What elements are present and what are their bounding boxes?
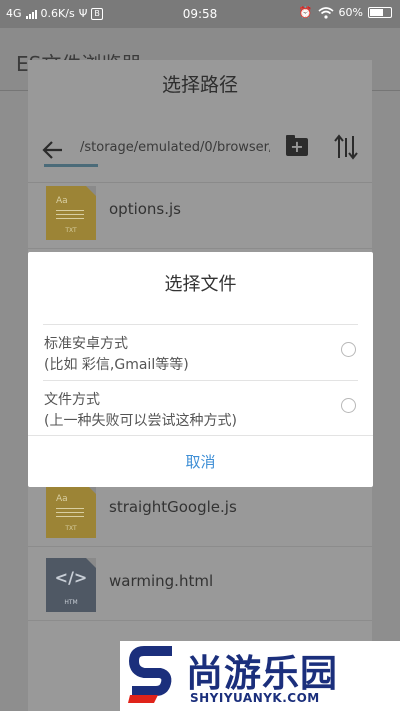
battery-icon [368,7,392,18]
current-path: /storage/emulated/0/browser/… [80,140,270,155]
dialog-title: 选择文件 [164,274,237,295]
file-row[interactable]: </> HTM warming.html [28,550,372,621]
html-file-icon: </> HTM [46,558,96,612]
new-folder-icon[interactable]: + [286,135,308,156]
option-label: 标准安卓方式 [44,336,128,352]
sort-icon[interactable] [334,134,358,160]
tab-indicator [44,164,98,167]
option-standard-android[interactable]: 标准安卓方式 (比如 彩信,Gmail等等) [44,325,358,377]
watermark-banner: 尚游乐园 SHYIYUANYK.COM [120,641,400,711]
option-description: (上一种失败可以尝试这种方式) [44,413,237,429]
wifi-icon [318,6,334,19]
option-description: (比如 彩信,Gmail等等) [44,357,189,373]
site-logo-icon [128,646,172,703]
cancel-button[interactable]: 取消 [28,451,373,472]
option-file-mode[interactable]: 文件方式 (上一种失败可以尝试这种方式) [44,381,358,433]
watermark-name: 尚游乐园 [186,652,338,695]
status-bar: 4G 0.6K/s Ψ B 09:58 ⏰ 60% [0,0,400,28]
text-file-icon: Aa TXT [46,186,96,240]
text-file-icon: Aa TXT [46,484,96,538]
radio-button[interactable] [341,342,356,357]
alarm-icon: ⏰ [298,6,313,19]
picker-title: 选择路径 [161,74,238,96]
path-bar: /storage/emulated/0/browser/… + [28,118,372,183]
choose-file-dialog: 选择文件 标准安卓方式 (比如 彩信,Gmail等等) 文件方式 (上一种失败可… [28,252,373,487]
battery-percent: 60% [338,6,363,19]
option-label: 文件方式 [44,392,100,408]
watermark-domain: SHYIYUANYK.COM [190,691,320,705]
divider [28,435,373,436]
file-name: straightGoogle.js [109,498,237,516]
file-row[interactable]: Aa TXT options.js [28,178,372,249]
file-name: options.js [109,200,181,218]
file-name: warming.html [109,572,214,590]
radio-button[interactable] [341,398,356,413]
back-arrow-icon[interactable] [42,140,64,160]
